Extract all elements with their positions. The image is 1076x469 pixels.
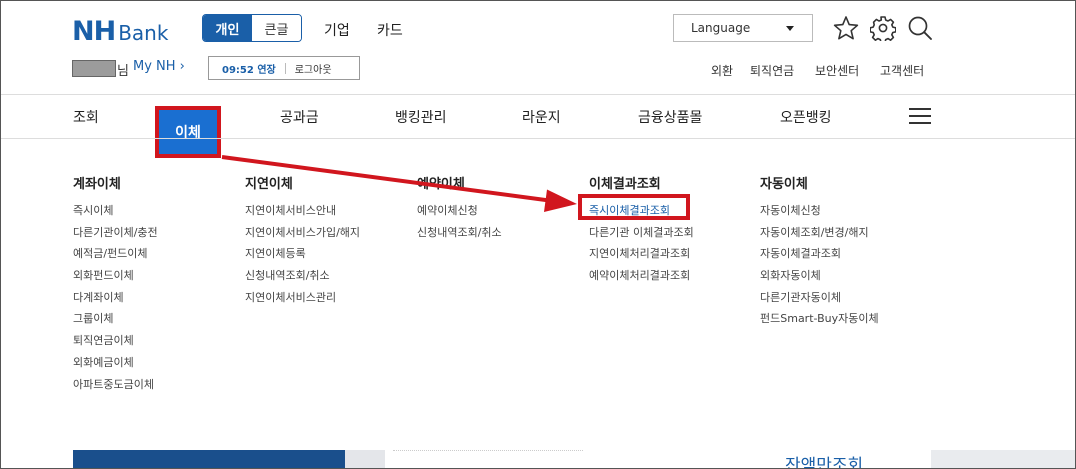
logo-nh-text: NH [72, 16, 116, 47]
submenu-link[interactable]: 다른기관자동이체 [760, 287, 879, 309]
gnb-item-banking-management[interactable]: 뱅킹관리 [395, 107, 447, 127]
submenu-link[interactable]: 외화예금이체 [73, 352, 158, 374]
submenu-column-transfer-results: 이체결과조회 즉시이체결과조회 다른기관 이체결과조회 지연이체처리결과조회 예… [589, 173, 694, 287]
submenu-link[interactable]: 지연이체처리결과조회 [589, 243, 694, 265]
submenu-link[interactable]: 자동이체신청 [760, 200, 879, 222]
submenu-link[interactable]: 예약이체처리결과조회 [589, 265, 694, 287]
submenu-link[interactable]: 퇴직연금이체 [73, 330, 158, 352]
submenu-heading: 계좌이체 [73, 177, 121, 192]
submenu-link[interactable]: 신청내역조회/취소 [245, 265, 360, 287]
gnb-item-utility-bills[interactable]: 공과금 [280, 107, 319, 127]
star-icon[interactable] [833, 15, 859, 41]
submenu-column-delayed-transfer: 지연이체 지연이체서비스안내 지연이체서비스가입/해지 지연이체등록 신청내역조… [245, 173, 360, 308]
gnb-item-transfer[interactable]: 이체 [155, 106, 221, 158]
balance-inquiry-link[interactable]: 잔액만조회 [785, 456, 863, 468]
submenu-link[interactable]: 다계좌이체 [73, 287, 158, 309]
submenu-column-scheduled-transfer: 예약이체 예약이체신청 신청내역조회/취소 [417, 173, 502, 243]
bottom-dotted-line [393, 450, 583, 455]
util-link-security-center[interactable]: 보안센터 [815, 62, 859, 79]
submenu-link[interactable]: 지연이체서비스관리 [245, 287, 360, 309]
logout-button[interactable]: 로그아웃 [295, 61, 332, 76]
gnb-item-financial-products[interactable]: 금융상품몰 [638, 107, 702, 127]
submenu-column-auto-transfer: 자동이체 자동이체신청 자동이체조회/변경/해지 자동이체결과조회 외화자동이체… [760, 173, 879, 330]
submenu-link[interactable]: 다른기관이체/충전 [73, 222, 158, 244]
submenu-heading: 이체결과조회 [589, 177, 661, 192]
gnb-item-inquiry[interactable]: 조회 [73, 107, 99, 127]
language-select[interactable]: Language [673, 14, 813, 42]
language-select-label: Language [691, 21, 751, 35]
topnav-corporate-link[interactable]: 기업 [324, 20, 350, 40]
submenu-link[interactable]: 외화펀드이체 [73, 265, 158, 287]
submenu-heading: 자동이체 [760, 177, 808, 192]
session-extend-button[interactable]: 09:52 연장 [209, 61, 276, 76]
user-honorific: 님 [117, 64, 129, 79]
util-link-customer-center[interactable]: 고객센터 [880, 62, 924, 79]
submenu-column-account-transfer: 계좌이체 즉시이체 다른기관이체/충전 예적금/펀드이체 외화펀드이체 다계좌이… [73, 173, 158, 395]
gnb-item-lounge[interactable]: 라운지 [522, 107, 561, 127]
submenu-link[interactable]: 즉시이체 [73, 200, 158, 222]
submenu-link[interactable]: 지연이체서비스가입/해지 [245, 222, 360, 244]
masked-user-name [72, 60, 116, 77]
session-box: 09:52 연장 로그아웃 [208, 56, 360, 80]
submenu-heading: 예약이체 [417, 177, 465, 192]
view-mode-toggle: 개인 큰글 [202, 14, 302, 42]
large-text-mode-tab[interactable]: 큰글 [252, 15, 301, 41]
my-nh-link[interactable]: My NH › [133, 59, 185, 74]
submenu-link[interactable]: 신청내역조회/취소 [417, 222, 502, 244]
chevron-down-icon [786, 26, 794, 31]
submenu-link[interactable]: 자동이체결과조회 [760, 243, 879, 265]
personal-mode-tab[interactable]: 개인 [203, 15, 252, 41]
gnb-item-open-banking[interactable]: 오픈뱅킹 [780, 107, 832, 127]
submenu-link[interactable]: 그룹이체 [73, 308, 158, 330]
submenu-link[interactable]: 지연이체등록 [245, 243, 360, 265]
submenu-link[interactable]: 지연이체서비스안내 [245, 200, 360, 222]
search-icon[interactable] [907, 15, 933, 41]
util-link-retirement-pension[interactable]: 퇴직연금 [750, 62, 794, 79]
submenu-link[interactable]: 예적금/펀드이체 [73, 243, 158, 265]
bottom-panel [931, 450, 1075, 468]
submenu-link[interactable]: 자동이체조회/변경/해지 [760, 222, 879, 244]
gear-icon[interactable] [870, 15, 896, 41]
submenu-link[interactable]: 다른기관 이체결과조회 [589, 222, 694, 244]
submenu-link[interactable]: 예약이체신청 [417, 200, 502, 222]
submenu-link[interactable]: 외화자동이체 [760, 265, 879, 287]
util-link-foreign-exchange[interactable]: 외환 [711, 62, 733, 79]
nh-bank-logo[interactable]: NH Bank [72, 16, 168, 47]
session-divider [284, 62, 286, 74]
topnav-card-link[interactable]: 카드 [377, 20, 403, 40]
submenu-heading: 지연이체 [245, 177, 293, 192]
bottom-banner-side [345, 450, 385, 468]
submenu-link[interactable]: 펀드Smart-Buy자동이체 [760, 308, 879, 330]
gnb-divider [1, 138, 1075, 139]
bottom-banner [73, 450, 345, 468]
highlight-annotation-box [578, 194, 690, 220]
submenu-link[interactable]: 아파트중도금이체 [73, 374, 158, 396]
logo-bank-text: Bank [118, 21, 169, 45]
browser-frame: NH Bank 개인 큰글 기업 카드 Language 님 My NH › 0… [0, 0, 1076, 469]
hamburger-menu-icon[interactable] [909, 108, 931, 124]
header-divider [1, 94, 1075, 95]
